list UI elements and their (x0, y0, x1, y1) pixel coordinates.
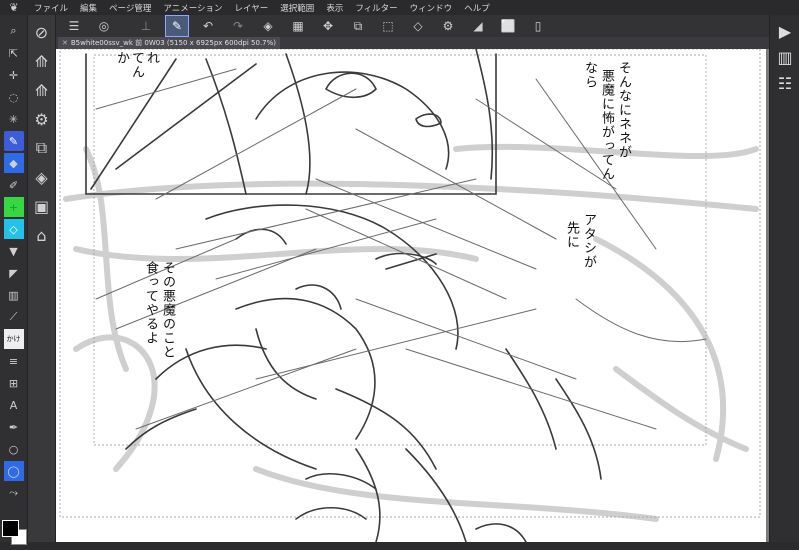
menu-window[interactable]: ウィンドウ (404, 2, 459, 14)
menu-edit[interactable]: 編集 (74, 2, 103, 14)
document-title: B5white00ssv_wk 前 0W03 (5150 x 6925px 60… (70, 39, 277, 47)
text-tool-icon[interactable]: A (4, 395, 24, 415)
balloon-tool-icon[interactable]: かけ (3, 329, 24, 349)
expand-icon[interactable]: ▶ (775, 21, 795, 41)
menu-layer[interactable]: レイヤー (229, 2, 275, 14)
image-icon[interactable]: ▣ (32, 194, 52, 218)
prohibit-icon[interactable]: ⊘ (32, 20, 52, 44)
copy-icon[interactable]: ⧉ (347, 16, 369, 36)
pen-icon[interactable]: ✎ (165, 15, 189, 37)
move-icon[interactable]: ✥ (317, 16, 339, 36)
camera-icon[interactable]: ▥ (775, 47, 795, 67)
color-swatch[interactable] (2, 520, 27, 550)
fill-tool-icon[interactable]: ▼ (4, 241, 24, 261)
app-logo-icon[interactable]: ❦ (0, 1, 28, 14)
main-color[interactable] (2, 520, 19, 537)
dialogue-top-right-2: 悪魔に怖がってん (599, 69, 614, 181)
dialogue-top-right-1: そんなにネネが (616, 61, 631, 159)
wand-icon[interactable]: ✳ (4, 109, 24, 129)
eyedropper-icon[interactable]: ⟋ (4, 307, 24, 327)
pen-tool-icon[interactable]: ✎ (3, 131, 24, 151)
fill-icon[interactable]: ▦ (287, 16, 309, 36)
pencil-tool-icon[interactable]: ✐ (4, 175, 24, 195)
menu-bar: ❦ ファイル 編集 ページ管理 アニメーション レイヤー 選択範囲 表示 フィル… (0, 0, 799, 15)
select-icon[interactable]: ⚙ (437, 16, 459, 36)
ruler-icon[interactable]: ⊥ (135, 16, 157, 36)
spiral-icon[interactable]: ◎ (93, 16, 115, 36)
menu-page[interactable]: ページ管理 (103, 2, 157, 14)
menu-view[interactable]: 表示 (320, 2, 349, 14)
gradient-tool-icon[interactable]: ▥ (4, 285, 24, 305)
undo-icon[interactable]: ↶ (197, 16, 219, 36)
bubble-tool-icon[interactable]: ◯ (3, 461, 24, 481)
subtool-settings-icon[interactable]: ⚙ (32, 107, 52, 131)
document-tab[interactable]: ✕ B5white00ssv_wk 前 0W03 (5150 x 6925px 6… (58, 37, 281, 49)
close-icon[interactable]: ✕ (62, 39, 68, 47)
device-icon[interactable]: ▯ (527, 16, 549, 36)
inbox-icon[interactable]: ⌂ (32, 223, 52, 247)
dialogue-mid-right-1: アタシが (581, 213, 596, 269)
lasso-icon[interactable]: ◌ (4, 87, 24, 107)
transform-icon[interactable]: ⬚ (377, 16, 399, 36)
layers-list-icon[interactable]: ☷ (775, 73, 795, 93)
correct-line-icon[interactable]: ⤳ (4, 483, 24, 503)
speedline-icon[interactable]: ≡ (4, 351, 24, 371)
menu-animation[interactable]: アニメーション (157, 2, 228, 14)
tool-palette: ⌕ ⇱ ✛ ◌ ✳ ✎ ◆ ✐ + ◇ ▼ ◤ ▥ ⟋ かけ ≡ ⊞ A ✒ ○… (0, 15, 28, 545)
dialogue-top-left: れ てん か (114, 51, 159, 79)
canvas-edge (766, 49, 769, 542)
add-tool-icon[interactable]: + (3, 197, 24, 217)
menu-filter[interactable]: フィルター (349, 2, 403, 14)
menu-selection[interactable]: 選択範囲 (274, 2, 320, 14)
zoom-icon[interactable]: ⌕ (4, 21, 24, 41)
move-tool-icon[interactable]: ✛ (4, 65, 24, 85)
vector-pen-icon[interactable]: ✒ (4, 417, 24, 437)
shape-tool-icon[interactable]: ○ (4, 439, 24, 459)
blend-tool-icon[interactable]: ◤ (4, 263, 24, 283)
sub-tool-palette: ⊘ ⟰ ⟰ ⚙ ⧉ ◈ ▣ ⌂ (28, 15, 56, 542)
clear-layer-icon[interactable]: ◈ (257, 16, 279, 36)
free-transform-icon[interactable]: ◇ (407, 16, 429, 36)
dialogue-top-right-3: なら (582, 61, 597, 89)
dialogue-left-1: その悪魔のこと (160, 261, 175, 359)
document-tab-bar: ✕ B5white00ssv_wk 前 0W03 (5150 x 6925px 6… (56, 37, 769, 49)
dialogue-mid-right-2: 先に (564, 221, 579, 249)
brush-tool-icon[interactable]: ◆ (3, 153, 24, 173)
menu-help[interactable]: ヘルプ (458, 2, 496, 14)
layer-stack-icon[interactable]: ⧉ (32, 136, 52, 160)
menu-file[interactable]: ファイル (28, 2, 74, 14)
redo-icon[interactable]: ↷ (227, 16, 249, 36)
layers-icon[interactable]: ◈ (32, 165, 52, 189)
brush-size-icon[interactable]: ◢ (467, 16, 489, 36)
frame-tool-icon[interactable]: ⊞ (4, 373, 24, 393)
dialogue-left-2: 食ってやるよ (143, 261, 158, 345)
canvas[interactable]: れ てん か そんなにネネが 悪魔に怖がってん なら アタシが 先に その悪魔の… (56, 49, 769, 542)
subtool-1-icon[interactable]: ⟰ (32, 49, 52, 73)
command-bar: ☰ ◎ ⊥ ✎ ↶ ↷ ◈ ▦ ✥ ⧉ ⬚ ◇ ⚙ ◢ ⬜ ▯ (55, 15, 769, 37)
marquee-icon[interactable]: ⬜ (497, 16, 519, 36)
eraser-tool-icon[interactable]: ◇ (3, 219, 24, 239)
arrow-select-icon[interactable]: ⇱ (4, 43, 24, 63)
right-panel: ▶ ▥ ☷ (769, 15, 799, 542)
menu-icon[interactable]: ☰ (63, 16, 85, 36)
subtool-2-icon[interactable]: ⟰ (32, 78, 52, 102)
